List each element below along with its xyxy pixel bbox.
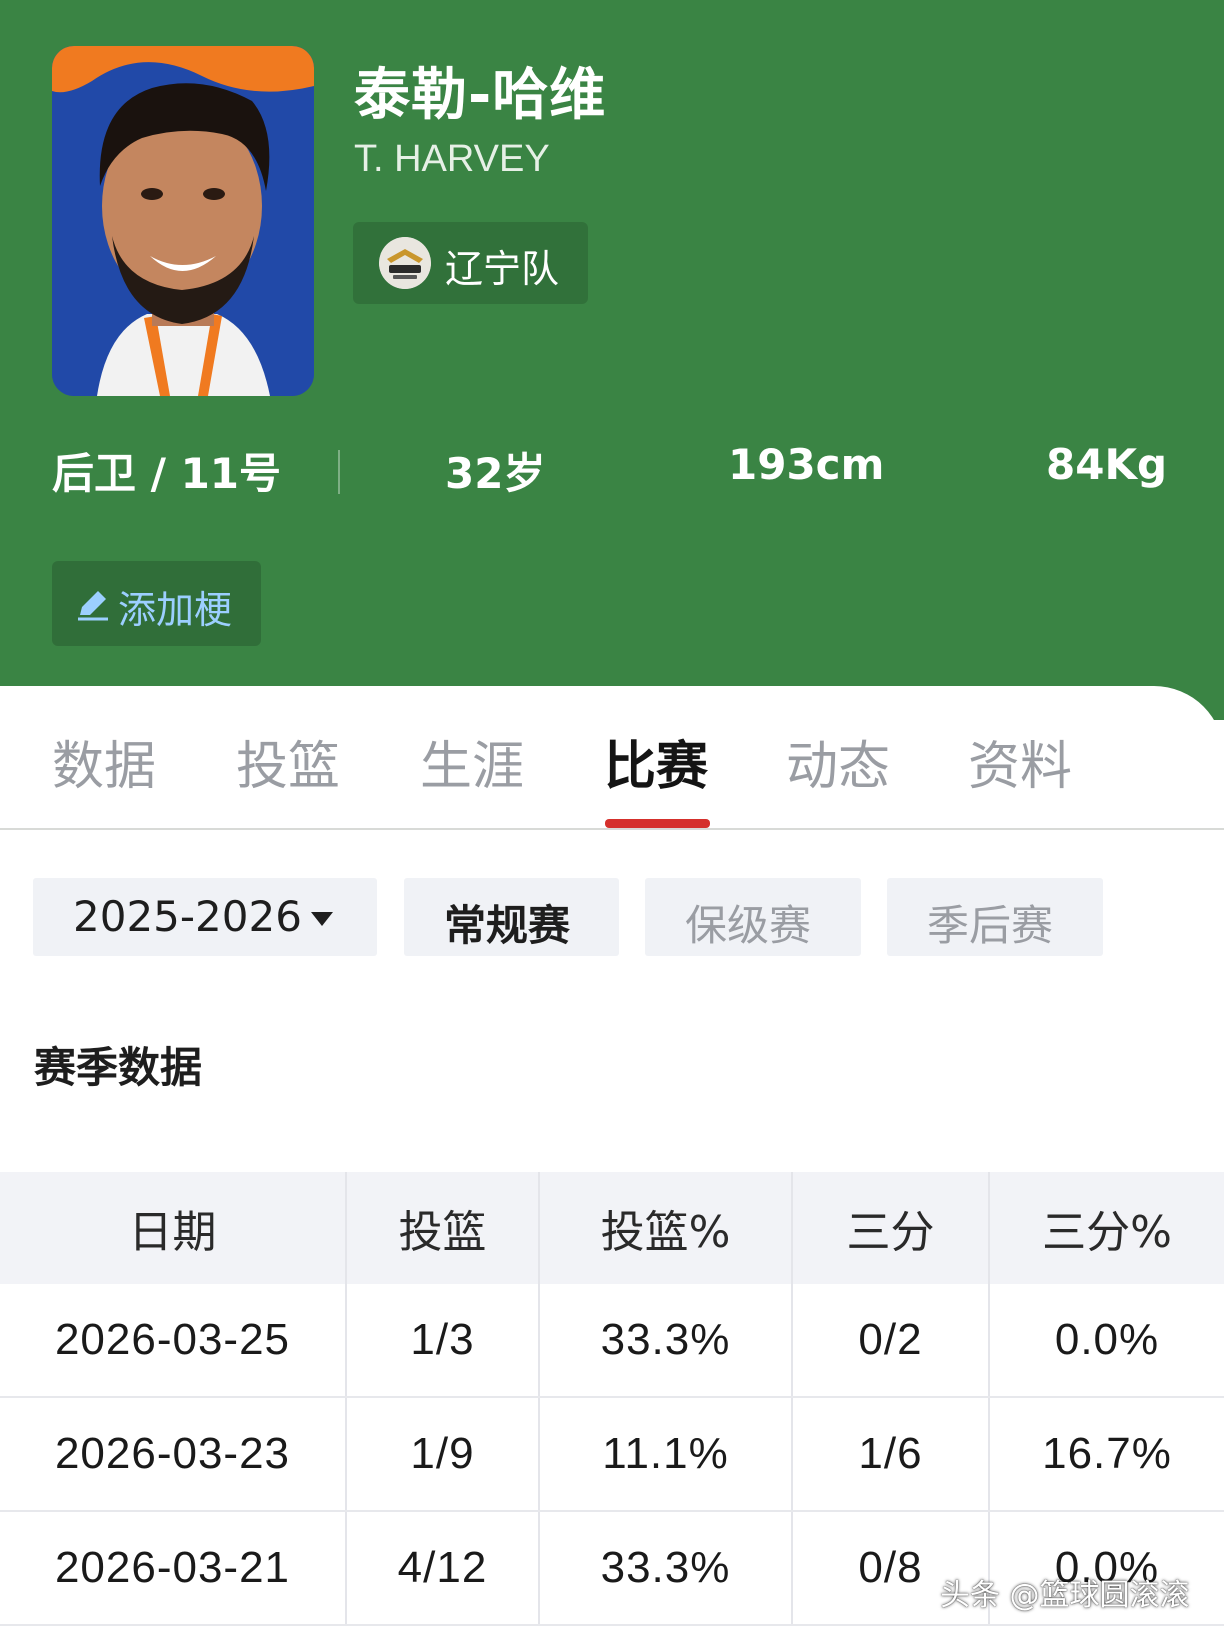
cell-3pt-pct: 16.7% (1042, 1429, 1172, 1478)
add-tag-button[interactable]: 添加梗 (52, 561, 261, 646)
stat-divider (338, 450, 340, 494)
filter-playoffs[interactable]: 季后赛 (887, 878, 1103, 956)
edit-pencil-icon (78, 591, 108, 621)
player-age: 32岁 (445, 449, 546, 498)
cell-date: 2026-03-23 (54, 1429, 291, 1478)
player-weight: 84Kg (1046, 440, 1168, 489)
player-height: 193cm (728, 440, 885, 489)
cell-fg-pct: 33.3% (600, 1315, 731, 1364)
table-header: 日期 投篮 投篮% 三分 三分% (0, 1172, 1224, 1284)
table-row[interactable]: 2026-03-25 1/3 33.3% 0/2 0.0% (0, 1284, 1224, 1398)
team-chip[interactable]: 辽宁队 (353, 222, 588, 304)
position-number: 后卫 / 11号 (52, 449, 282, 498)
player-name-en: T. HARVEY (354, 138, 550, 180)
filter-regular-season-label: 常规赛 (444, 901, 571, 950)
cell-fg-pct: 11.1% (602, 1429, 729, 1478)
filter-playoffs-label: 季后赛 (927, 901, 1054, 950)
player-header: 泰勒-哈维 T. HARVEY 辽宁队 后卫 / 11号 32岁 193cm 8… (0, 0, 1224, 720)
tab-career[interactable]: 生涯 (420, 724, 524, 799)
header-fg-pct: 投篮% (600, 1207, 731, 1258)
cell-3pt: 1/6 (858, 1429, 923, 1478)
header-fg: 投篮 (398, 1207, 487, 1258)
filter-relegation[interactable]: 保级赛 (645, 878, 861, 956)
player-photo (52, 46, 314, 396)
content-panel: 数据 投篮 生涯 比赛 动态 资料 2025-2026 常规赛 保级赛 季后赛 … (0, 686, 1224, 1632)
cell-3pt: 0/2 (858, 1315, 923, 1364)
cell-fg: 1/3 (410, 1315, 475, 1364)
filter-relegation-label: 保级赛 (685, 901, 812, 950)
watermark: 头条 @篮球圆滚滚 (940, 1578, 1190, 1613)
tab-shooting[interactable]: 投篮 (236, 724, 340, 799)
header-3pt: 三分 (846, 1207, 935, 1258)
filter-regular-season[interactable]: 常规赛 (404, 878, 619, 956)
caret-down-icon (311, 912, 333, 926)
season-value: 2025-2026 (73, 892, 302, 941)
header-date: 日期 (128, 1207, 217, 1258)
team-name: 辽宁队 (445, 247, 560, 291)
cell-3pt-pct: 0.0% (1054, 1315, 1160, 1364)
player-name-cn: 泰勒-哈维 (354, 63, 607, 128)
header-3pt-pct: 三分% (1042, 1207, 1172, 1258)
cell-date: 2026-03-25 (54, 1315, 291, 1364)
tab-profile[interactable]: 资料 (968, 724, 1072, 799)
table-row[interactable]: 2026-03-23 1/9 11.1% 1/6 16.7% (0, 1398, 1224, 1512)
add-tag-label: 添加梗 (118, 588, 233, 632)
tab-data[interactable]: 数据 (52, 724, 156, 799)
tab-bar: 数据 投篮 生涯 比赛 动态 资料 (0, 686, 1224, 830)
player-stats-row: 后卫 / 11号 32岁 193cm 84Kg (0, 440, 1224, 504)
tab-news[interactable]: 动态 (786, 724, 890, 799)
cell-fg: 4/12 (397, 1543, 488, 1592)
cell-fg-pct: 33.3% (600, 1543, 731, 1592)
active-tab-indicator (605, 819, 710, 828)
cell-date: 2026-03-21 (54, 1543, 291, 1592)
team-logo-icon (379, 237, 431, 289)
cell-fg: 1/9 (410, 1429, 475, 1478)
season-selector[interactable]: 2025-2026 (33, 878, 377, 956)
tab-games[interactable]: 比赛 (604, 724, 708, 799)
section-title: 赛季数据 (34, 1043, 203, 1092)
